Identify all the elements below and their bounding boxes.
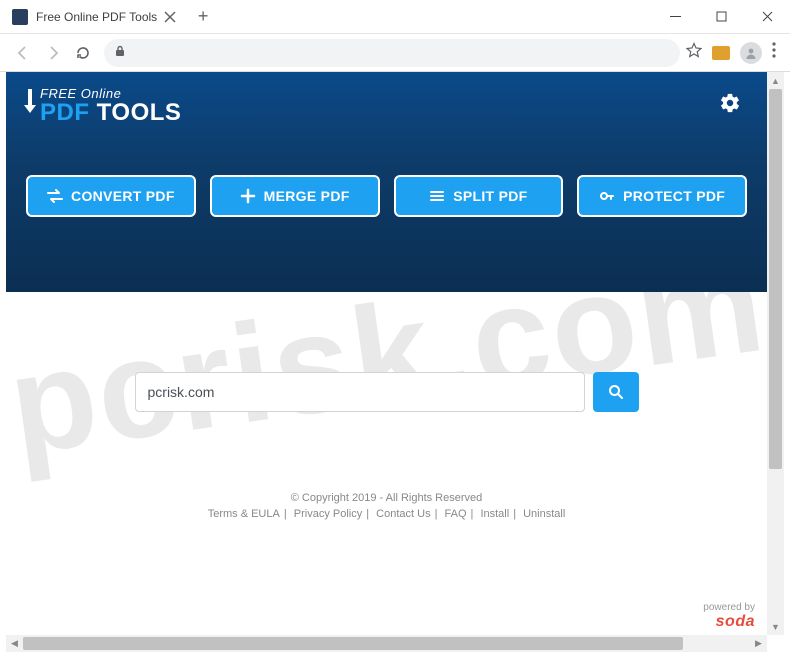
forward-button[interactable] bbox=[38, 38, 68, 68]
split-pdf-button[interactable]: SPLIT PDF bbox=[394, 175, 564, 217]
split-label: SPLIT PDF bbox=[453, 188, 527, 204]
plus-icon bbox=[240, 188, 256, 204]
browser-tab[interactable]: Free Online PDF Tools bbox=[0, 0, 187, 33]
search-button[interactable] bbox=[593, 372, 639, 412]
action-button-row: CONVERT PDF MERGE PDF SPLIT PDF PROTECT … bbox=[24, 175, 749, 217]
tab-title: Free Online PDF Tools bbox=[36, 10, 157, 24]
scroll-down-arrow-icon[interactable]: ▼ bbox=[767, 618, 784, 635]
key-icon bbox=[599, 188, 615, 204]
logo-line2: PDF TOOLS bbox=[40, 99, 181, 127]
download-arrow-icon bbox=[24, 89, 36, 117]
address-bar[interactable] bbox=[104, 39, 680, 67]
footer-link-uninstall[interactable]: Uninstall bbox=[523, 508, 565, 520]
footer-link-terms[interactable]: Terms & EULA bbox=[208, 508, 280, 520]
powered-by: powered by soda bbox=[703, 602, 755, 631]
horizontal-scroll-thumb[interactable] bbox=[23, 637, 683, 650]
vertical-scrollbar[interactable]: ▲ ▼ bbox=[767, 72, 784, 635]
scroll-up-arrow-icon[interactable]: ▲ bbox=[767, 72, 784, 89]
copyright-text: © Copyright 2019 - All Rights Reserved bbox=[6, 492, 767, 504]
search-section bbox=[6, 292, 767, 492]
vertical-scroll-thumb[interactable] bbox=[769, 89, 782, 469]
page-footer: © Copyright 2019 - All Rights Reserved T… bbox=[6, 492, 767, 520]
settings-button[interactable] bbox=[719, 92, 741, 119]
footer-link-install[interactable]: Install bbox=[480, 508, 509, 520]
protect-label: PROTECT PDF bbox=[623, 188, 725, 204]
page-area: pcrisk.com FREE Online PDF TOOLS CONVERT… bbox=[6, 72, 784, 652]
search-icon bbox=[608, 384, 624, 400]
bookmark-icon[interactable] bbox=[686, 42, 702, 63]
powered-label: powered by bbox=[703, 602, 755, 613]
viewport: pcrisk.com FREE Online PDF TOOLS CONVERT… bbox=[6, 72, 767, 635]
back-button[interactable] bbox=[8, 38, 38, 68]
logo-tools: TOOLS bbox=[90, 99, 182, 126]
footer-link-faq[interactable]: FAQ bbox=[445, 508, 467, 520]
close-window-button[interactable] bbox=[744, 0, 790, 33]
lock-icon bbox=[114, 44, 126, 62]
footer-link-privacy[interactable]: Privacy Policy bbox=[294, 508, 362, 520]
profile-avatar[interactable] bbox=[740, 42, 762, 64]
merge-pdf-button[interactable]: MERGE PDF bbox=[210, 175, 380, 217]
close-tab-icon[interactable] bbox=[163, 10, 177, 24]
window-titlebar: Free Online PDF Tools + bbox=[0, 0, 790, 34]
logo-text: FREE Online PDF TOOLS bbox=[40, 86, 181, 127]
site-logo[interactable]: FREE Online PDF TOOLS bbox=[24, 86, 749, 127]
convert-pdf-button[interactable]: CONVERT PDF bbox=[26, 175, 196, 217]
footer-link-contact[interactable]: Contact Us bbox=[376, 508, 430, 520]
maximize-button[interactable] bbox=[698, 0, 744, 33]
extension-icon[interactable] bbox=[712, 46, 730, 60]
powered-brand: soda bbox=[703, 613, 755, 631]
search-input[interactable] bbox=[135, 372, 585, 412]
horizontal-scrollbar[interactable]: ◀ ▶ bbox=[6, 635, 767, 652]
merge-label: MERGE PDF bbox=[264, 188, 350, 204]
browser-toolbar bbox=[0, 34, 790, 72]
bars-icon bbox=[429, 188, 445, 204]
convert-label: CONVERT PDF bbox=[71, 188, 175, 204]
scroll-left-arrow-icon[interactable]: ◀ bbox=[6, 635, 23, 652]
toolbar-right bbox=[686, 42, 782, 64]
window-controls bbox=[652, 0, 790, 33]
protect-pdf-button[interactable]: PROTECT PDF bbox=[577, 175, 747, 217]
gear-icon bbox=[719, 92, 741, 114]
logo-pdf: PDF bbox=[40, 99, 90, 126]
new-tab-button[interactable]: + bbox=[187, 0, 219, 33]
reload-button[interactable] bbox=[68, 38, 98, 68]
hero-header: FREE Online PDF TOOLS CONVERT PDF MERGE … bbox=[6, 72, 767, 292]
footer-links: Terms & EULA| Privacy Policy| Contact Us… bbox=[6, 508, 767, 520]
minimize-button[interactable] bbox=[652, 0, 698, 33]
exchange-icon bbox=[47, 188, 63, 204]
plus-icon: + bbox=[198, 6, 209, 27]
scroll-right-arrow-icon[interactable]: ▶ bbox=[750, 635, 767, 652]
tab-favicon bbox=[12, 9, 28, 25]
kebab-menu-icon[interactable] bbox=[772, 42, 776, 63]
